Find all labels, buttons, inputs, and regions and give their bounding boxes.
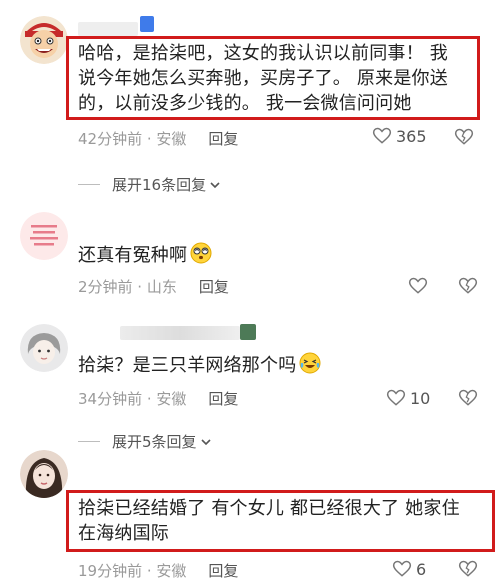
- heart-icon: [392, 560, 412, 577]
- dislike-button[interactable]: [458, 276, 478, 296]
- heart-broken-icon: [454, 128, 474, 145]
- avatar-girl-gray[interactable]: [20, 324, 68, 372]
- time-location: 34分钟前 · 安徽: [78, 390, 187, 408]
- like-count: 6: [416, 559, 427, 579]
- like-button[interactable]: 10: [386, 388, 430, 408]
- comment-1: 哈哈，是拾柒吧，这女的我认识以前同事！ 我 说今年她怎么买奔驰，买房子了。 原来…: [0, 0, 500, 160]
- heart-broken-icon: [458, 389, 478, 406]
- comment-3: 拾柒？是三只羊网络那个吗 34分钟前 · 安徽 回复 10: [0, 312, 500, 422]
- heart-icon: [386, 389, 406, 406]
- dizzy-face-emoji-icon: [190, 242, 212, 264]
- time-location: 2分钟前 · 山东: [78, 278, 177, 296]
- dislike-button[interactable]: [458, 388, 478, 408]
- comment-4: 拾柒已经结婚了 有个女儿 都已经很大了 她家住 在海纳国际 19分钟前 · 安徽…: [0, 450, 500, 581]
- username-blurred: [120, 326, 240, 340]
- username-marker: [240, 324, 256, 340]
- divider-line: [78, 184, 100, 185]
- comment-text: 还真有冤种啊: [78, 242, 212, 268]
- reply-button[interactable]: 回复: [208, 562, 238, 580]
- time-location: 42分钟前 · 安徽: [78, 130, 187, 148]
- username-marker: [140, 16, 154, 32]
- heart-broken-icon: [458, 560, 478, 577]
- reply-button[interactable]: 回复: [208, 390, 238, 408]
- divider-line: [78, 441, 100, 442]
- comment-meta: 34分钟前 · 安徽 回复: [78, 388, 238, 409]
- comment-text: 哈哈，是拾柒吧，这女的我认识以前同事！ 我 说今年她怎么买奔驰，买房子了。 原来…: [78, 43, 448, 114]
- laughing-tears-emoji-icon: [299, 352, 321, 374]
- dislike-button[interactable]: [458, 559, 478, 579]
- heart-icon: [372, 127, 392, 144]
- avatar-pink-text[interactable]: [20, 212, 68, 260]
- expand-replies-button[interactable]: 展开16条回复: [78, 174, 221, 195]
- expand-replies-label: 展开16条回复: [112, 176, 207, 194]
- comment-text: 拾柒？是三只羊网络那个吗: [78, 352, 321, 378]
- username-blurred: [78, 22, 138, 36]
- chevron-down-icon: [200, 438, 211, 445]
- expand-replies-label: 展开5条回复: [112, 433, 197, 451]
- like-button[interactable]: 6: [392, 559, 426, 579]
- expand-replies-button[interactable]: 展开5条回复: [78, 431, 212, 452]
- comment-meta: 19分钟前 · 安徽 回复: [78, 560, 238, 581]
- like-button[interactable]: 365: [372, 126, 427, 146]
- like-count: 365: [396, 126, 427, 146]
- comment-meta: 2分钟前 · 山东 回复: [78, 276, 229, 297]
- girl-portrait-icon: [20, 324, 68, 372]
- woman-portrait-icon: [20, 450, 68, 498]
- like-count: 10: [410, 388, 431, 408]
- pink-sticker-icon: [20, 212, 68, 260]
- avatar-woman-photo[interactable]: [20, 450, 68, 498]
- cartoon-face-icon: [20, 16, 68, 64]
- heart-icon: [408, 277, 428, 294]
- dislike-button[interactable]: [454, 127, 474, 147]
- chevron-down-icon: [210, 181, 220, 188]
- time-location: 19分钟前 · 安徽: [78, 562, 187, 580]
- comment-meta: 42分钟前 · 安徽 回复: [78, 128, 238, 149]
- avatar-cartoon[interactable]: [20, 16, 68, 64]
- reply-button[interactable]: 回复: [199, 278, 229, 296]
- reply-button[interactable]: 回复: [208, 130, 238, 148]
- like-button[interactable]: [408, 276, 428, 296]
- heart-broken-icon: [458, 277, 478, 294]
- comment-text: 拾柒已经结婚了 有个女儿 都已经很大了 她家住 在海纳国际: [78, 498, 460, 544]
- comment-2: 还真有冤种啊 2分钟前 · 山东 回复: [0, 200, 500, 310]
